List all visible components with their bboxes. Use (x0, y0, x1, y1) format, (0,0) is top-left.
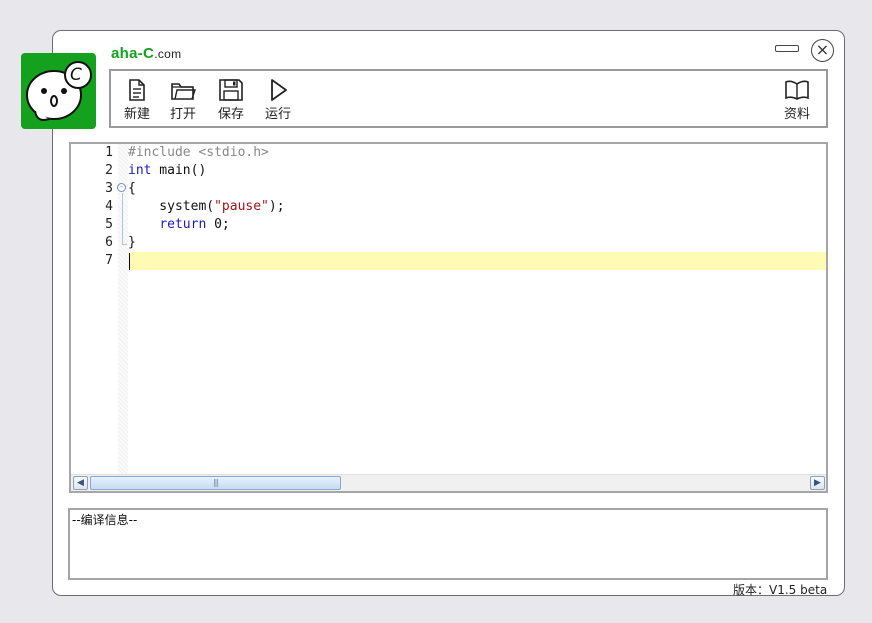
scroll-grip: ||| (212, 478, 219, 487)
arrow-left-icon: ◀ (77, 478, 84, 488)
play-icon (271, 79, 287, 101)
line-number: 6 (105, 235, 113, 250)
code-token: } (128, 235, 136, 250)
save-disk-icon (219, 79, 243, 101)
open-button[interactable]: 打开 (163, 78, 203, 122)
site-suffix: .com (154, 47, 182, 61)
toolbar: 新建 打开 保存 运行 资料 (109, 69, 828, 128)
folder-icon (171, 83, 196, 100)
line-number: 1 (105, 145, 113, 160)
new-label: 新建 (123, 107, 150, 122)
open-label: 打开 (169, 107, 196, 122)
version-label: 版本：V1.5 beta (733, 583, 828, 597)
site-name: aha-C (111, 45, 155, 62)
mascot-icon (26, 61, 92, 121)
new-file-icon (129, 79, 145, 101)
fold-guide (122, 193, 123, 245)
fold-toggle-icon[interactable]: - (117, 183, 126, 192)
text-caret (129, 253, 130, 270)
code-token: 0; (206, 217, 230, 232)
code-token: system( (128, 199, 215, 214)
code-token: return (159, 217, 207, 232)
minimize-button[interactable] (775, 45, 799, 52)
scroll-thumb[interactable]: ||| (90, 476, 341, 490)
code-line[interactable]: { (128, 180, 136, 198)
code-line[interactable]: } (128, 234, 136, 252)
horizontal-scrollbar[interactable]: ◀ ||| ▶ (71, 474, 826, 491)
code-token: int (128, 163, 152, 178)
code-token: { (128, 181, 136, 196)
close-icon: × (815, 40, 830, 59)
run-label: 运行 (264, 107, 291, 122)
code-line[interactable]: return 0; (128, 216, 230, 234)
site-title: aha-C.com (111, 45, 181, 62)
code-editor[interactable]: 1234567 #include <stdio.h> int main(){ sy… (69, 142, 828, 493)
output-title: --编译信息-- (72, 513, 138, 527)
new-button[interactable]: 新建 (117, 78, 157, 122)
code-token: "pause" (214, 199, 269, 214)
save-label: 保存 (217, 107, 244, 122)
code-token: main() (151, 163, 207, 178)
code-line[interactable]: int main() (128, 162, 206, 180)
docs-button[interactable]: 资料 (777, 78, 817, 122)
code-token: #include <stdio.h> (128, 145, 269, 160)
line-number: 4 (105, 199, 113, 214)
compile-output-panel[interactable]: --编译信息-- (68, 508, 828, 580)
scroll-right-button[interactable]: ▶ (810, 476, 825, 490)
fold-guide-end (122, 244, 127, 245)
line-number: 7 (105, 253, 113, 268)
app-logo: C (21, 53, 96, 129)
code-line[interactable]: #include <stdio.h> (128, 144, 269, 162)
save-button[interactable]: 保存 (211, 78, 251, 122)
line-number: 5 (105, 217, 113, 232)
arrow-right-icon: ▶ (814, 478, 821, 488)
line-number: 3 (105, 181, 113, 196)
logo-letter: C (70, 65, 82, 85)
line-number: 2 (105, 163, 113, 178)
run-button[interactable]: 运行 (258, 78, 298, 122)
code-token: ); (268, 199, 285, 214)
current-line-highlight (128, 252, 826, 270)
open-book-icon (785, 80, 809, 100)
scroll-left-button[interactable]: ◀ (73, 476, 88, 490)
fold-margin (118, 144, 128, 474)
close-button[interactable]: × (811, 39, 834, 62)
docs-label: 资料 (783, 107, 810, 122)
code-line[interactable]: system("pause"); (128, 198, 285, 216)
